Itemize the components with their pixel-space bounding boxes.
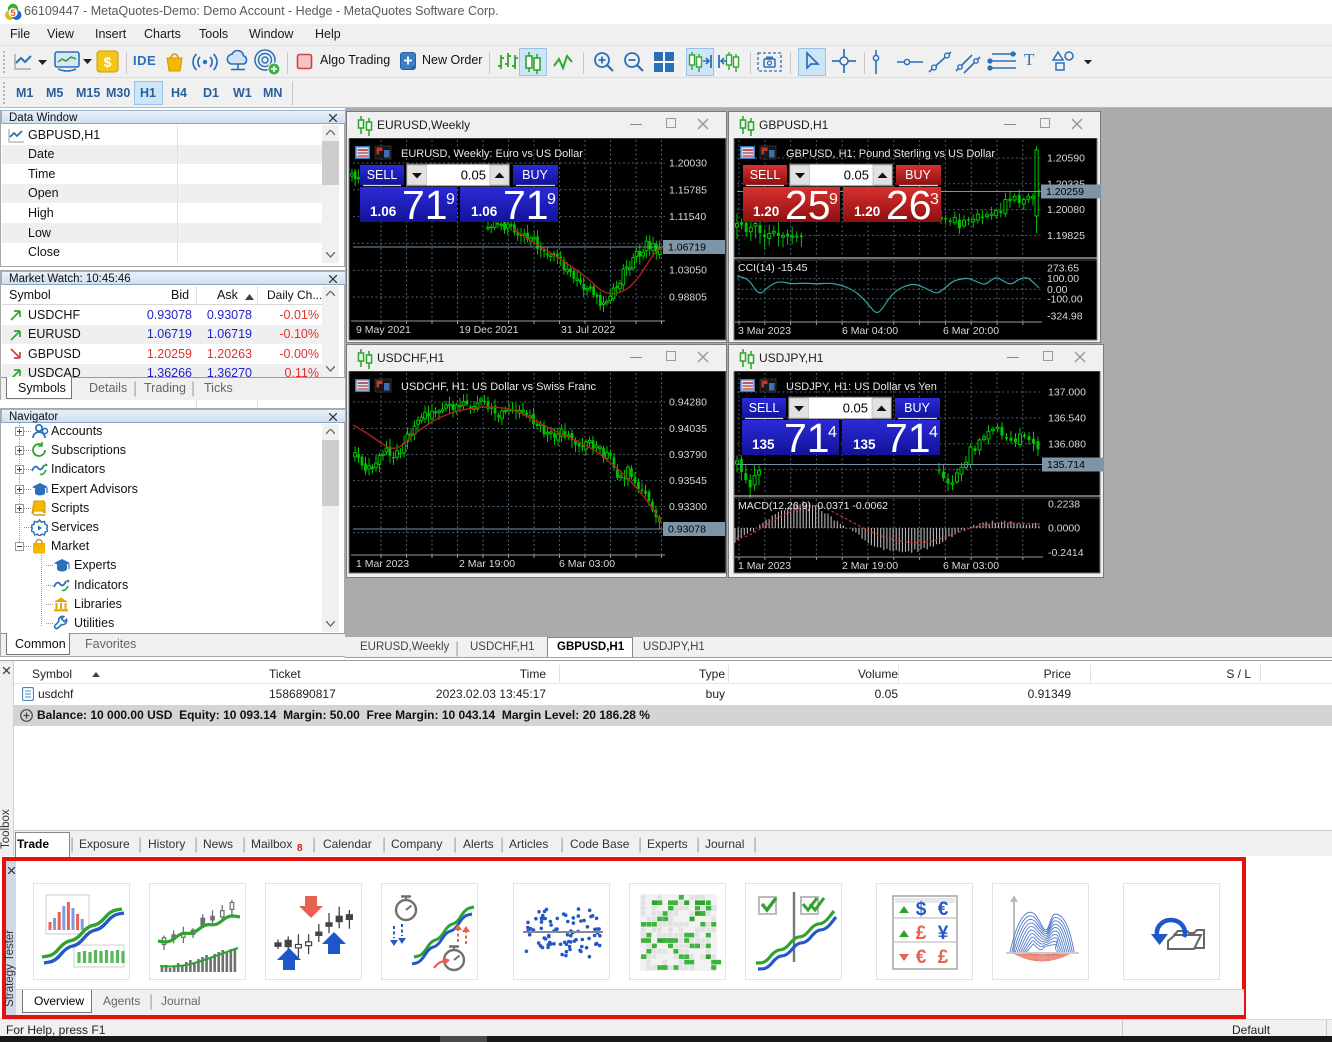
svg-text:1.19825: 1.19825 <box>1047 230 1085 242</box>
svg-text:9: 9 <box>446 191 455 208</box>
svg-text:1.06: 1.06 <box>370 204 397 219</box>
svg-text:9: 9 <box>547 191 556 208</box>
svg-text:9 May 2021: 9 May 2021 <box>356 324 411 336</box>
svg-text:GBPUSD, H1: Pound Sterling vs: GBPUSD, H1: Pound Sterling vs US Dollar <box>786 148 995 160</box>
svg-text:BUY: BUY <box>522 168 548 182</box>
svg-text:137.000: 137.000 <box>1048 387 1086 399</box>
svg-text:0.05: 0.05 <box>843 401 868 416</box>
svg-text:0.0000: 0.0000 <box>1048 523 1080 535</box>
svg-text:0.2238: 0.2238 <box>1048 499 1080 511</box>
svg-text:1 Mar 2023: 1 Mar 2023 <box>738 560 791 572</box>
svg-text:1.15785: 1.15785 <box>669 184 707 196</box>
svg-text:3: 3 <box>930 191 939 208</box>
svg-text:0.93300: 0.93300 <box>669 501 707 513</box>
svg-text:USDCHF, H1: US Dollar vs Swis: USDCHF, H1: US Dollar vs Swiss Franc <box>401 381 596 393</box>
svg-text:1.20: 1.20 <box>753 204 779 219</box>
svg-text:6 Mar 03:00: 6 Mar 03:00 <box>943 560 999 572</box>
svg-text:5: 5 <box>10 8 16 19</box>
svg-text:SELL: SELL <box>749 401 780 415</box>
svg-text:0.93545: 0.93545 <box>669 475 707 487</box>
svg-text:SELL: SELL <box>750 168 781 182</box>
svg-text:71: 71 <box>784 415 830 461</box>
svg-text:25: 25 <box>785 182 831 228</box>
svg-text:0.98805: 0.98805 <box>669 292 707 304</box>
svg-text:EURUSD, Weekly: Euro vs US Dol: EURUSD, Weekly: Euro vs US Dollar <box>401 148 583 160</box>
svg-text:26: 26 <box>886 182 932 228</box>
svg-text:6 Mar 20:00: 6 Mar 20:00 <box>943 325 999 337</box>
svg-text:136.540: 136.540 <box>1048 412 1086 424</box>
svg-text:6 Mar 04:00: 6 Mar 04:00 <box>842 325 898 337</box>
svg-text:1.11540: 1.11540 <box>669 211 706 223</box>
svg-text:1.20030: 1.20030 <box>669 158 707 170</box>
svg-text:USDJPY, H1: US Dollar vs Yen: USDJPY, H1: US Dollar vs Yen <box>786 381 937 393</box>
svg-text:1.03050: 1.03050 <box>669 265 707 277</box>
svg-text:6 Mar 03:00: 6 Mar 03:00 <box>559 558 615 570</box>
svg-text:4: 4 <box>929 424 938 441</box>
svg-text:-100.00: -100.00 <box>1047 293 1083 305</box>
svg-text:9: 9 <box>829 191 838 208</box>
svg-text:CCI(14) -15.45: CCI(14) -15.45 <box>738 262 808 274</box>
svg-text:3 Mar 2023: 3 Mar 2023 <box>738 325 791 337</box>
svg-text:71: 71 <box>402 182 448 228</box>
svg-text:135: 135 <box>752 437 775 452</box>
svg-text:SELL: SELL <box>367 168 398 182</box>
svg-text:BUY: BUY <box>904 401 930 415</box>
svg-text:71: 71 <box>885 415 931 461</box>
svg-text:2 Mar 19:00: 2 Mar 19:00 <box>459 558 515 570</box>
svg-text:2 Mar 19:00: 2 Mar 19:00 <box>842 560 898 572</box>
svg-text:0.94280: 0.94280 <box>669 397 707 409</box>
svg-text:0.93790: 0.93790 <box>669 449 707 461</box>
svg-text:1 Mar 2023: 1 Mar 2023 <box>356 558 409 570</box>
svg-text:1.06719: 1.06719 <box>668 242 706 254</box>
svg-text:-324.98: -324.98 <box>1047 311 1083 323</box>
svg-text:1.20080: 1.20080 <box>1047 204 1085 216</box>
svg-text:1.20259: 1.20259 <box>1046 186 1084 198</box>
svg-text:31 Jul 2022: 31 Jul 2022 <box>561 324 615 336</box>
svg-text:71: 71 <box>503 182 549 228</box>
svg-text:1.20: 1.20 <box>854 204 880 219</box>
svg-text:0.93078: 0.93078 <box>668 524 706 536</box>
svg-text:1.06: 1.06 <box>471 204 498 219</box>
svg-text:0.94035: 0.94035 <box>669 423 707 435</box>
svg-text:€: € <box>916 947 927 968</box>
svg-text:MACD(12,26,9) -0.0371 -0.0062: MACD(12,26,9) -0.0371 -0.0062 <box>738 500 888 512</box>
svg-text:0.05: 0.05 <box>844 168 869 183</box>
svg-text:135.714: 135.714 <box>1047 459 1085 471</box>
svg-text:1.20590: 1.20590 <box>1047 153 1085 165</box>
svg-text:£: £ <box>916 923 927 944</box>
svg-text:19 Dec 2021: 19 Dec 2021 <box>459 324 519 336</box>
svg-text:4: 4 <box>828 424 837 441</box>
svg-text:£: £ <box>938 947 949 968</box>
svg-text:135: 135 <box>853 437 876 452</box>
svg-text:BUY: BUY <box>905 168 931 182</box>
svg-text:-0.2414: -0.2414 <box>1048 547 1084 559</box>
svg-text:$: $ <box>916 899 927 920</box>
svg-text:$: $ <box>104 54 112 70</box>
svg-text:136.080: 136.080 <box>1048 438 1086 450</box>
svg-text:0.05: 0.05 <box>461 168 486 183</box>
svg-text:¥: ¥ <box>938 923 949 944</box>
svg-text:€: € <box>938 899 949 920</box>
